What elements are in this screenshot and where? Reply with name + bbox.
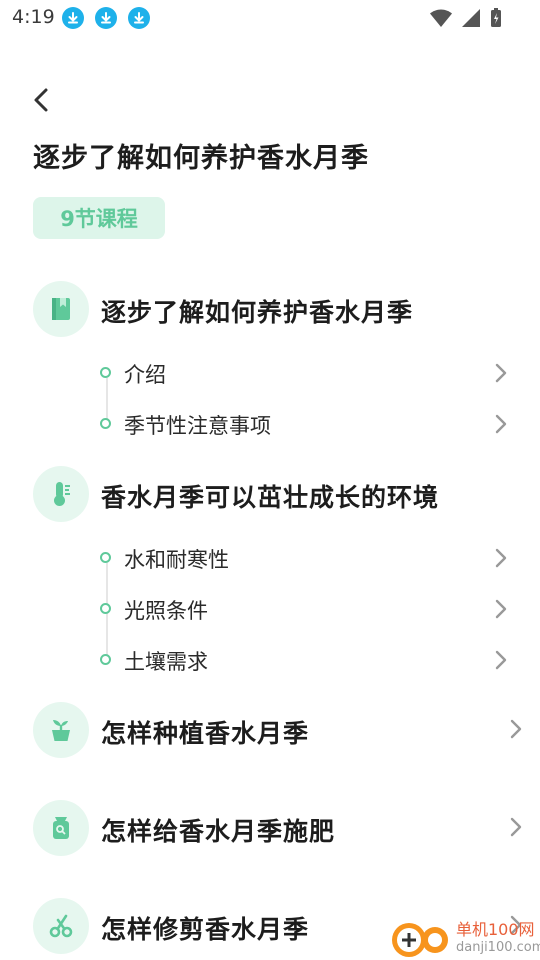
section-header: 香水月季可以茁壮成长的环境 <box>33 466 523 522</box>
lesson-item[interactable]: 水和耐寒性 <box>98 538 508 578</box>
timeline-dot <box>100 367 111 378</box>
section-row-fertilizing[interactable]: 怎样给香水月季施肥 <box>33 800 523 856</box>
status-time: 4:19 <box>12 6 55 28</box>
section-icon-container <box>33 702 89 758</box>
timeline-dot <box>100 654 111 665</box>
section-title: 香水月季可以茁壮成长的环境 <box>101 483 440 512</box>
page-title: 逐步了解如何养护香水月季 <box>33 143 369 174</box>
back-button[interactable] <box>26 84 58 116</box>
download-notification-icon <box>62 7 84 29</box>
chevron-right-icon <box>495 363 507 383</box>
section-title: 怎样修剪香水月季 <box>101 915 310 944</box>
chevron-right-icon <box>495 414 507 434</box>
watermark: 单机100网 danji100.com <box>388 914 540 960</box>
lesson-item[interactable]: 光照条件 <box>98 589 508 629</box>
lesson-label: 季节性注意事项 <box>124 414 271 438</box>
chevron-right-icon <box>495 650 507 670</box>
lesson-count-badge: 9节课程 <box>33 197 165 239</box>
lesson-label: 光照条件 <box>124 599 208 623</box>
sprout-pot-icon <box>52 720 70 741</box>
section-title: 怎样给香水月季施肥 <box>101 817 336 846</box>
status-bar: 4:19 <box>0 0 540 36</box>
watermark-brand: 单机100网 <box>456 920 535 939</box>
watermark-url: danji100.com <box>456 940 540 955</box>
thermometer-icon <box>54 482 70 506</box>
wifi-icon <box>429 9 452 27</box>
lesson-label: 介绍 <box>124 363 166 387</box>
chevron-right-icon <box>510 817 522 837</box>
battery-icon <box>491 8 501 27</box>
download-notification-icon <box>95 7 117 29</box>
chevron-right-icon <box>510 719 522 739</box>
timeline-dot <box>100 603 111 614</box>
section-header: 逐步了解如何养护香水月季 <box>33 281 523 337</box>
section-icon-container <box>33 466 89 522</box>
section-icon-container <box>33 800 89 856</box>
section-title: 怎样种植香水月季 <box>101 719 310 748</box>
lesson-item[interactable]: 介绍 <box>98 353 508 393</box>
chevron-right-icon <box>495 599 507 619</box>
section-row-planting[interactable]: 怎样种植香水月季 <box>33 702 523 758</box>
section-icon-container <box>33 898 89 954</box>
timeline-dot <box>100 552 111 563</box>
chevron-right-icon <box>495 548 507 568</box>
fertilizer-bag-icon <box>53 817 69 839</box>
lesson-label: 水和耐寒性 <box>124 548 229 572</box>
section-title: 逐步了解如何养护香水月季 <box>101 298 414 327</box>
timeline-dot <box>100 418 111 429</box>
scissors-icon <box>49 914 73 938</box>
watermark-logo-icon <box>392 923 448 957</box>
back-arrow-icon <box>34 88 48 112</box>
book-icon <box>52 298 70 320</box>
system-icons <box>426 8 502 28</box>
lesson-item[interactable]: 土壤需求 <box>98 640 508 680</box>
section-icon-container <box>33 281 89 337</box>
lesson-label: 土壤需求 <box>124 650 208 674</box>
cellular-signal-icon <box>461 9 480 27</box>
lesson-item[interactable]: 季节性注意事项 <box>98 404 508 444</box>
download-notification-icon <box>128 7 150 29</box>
